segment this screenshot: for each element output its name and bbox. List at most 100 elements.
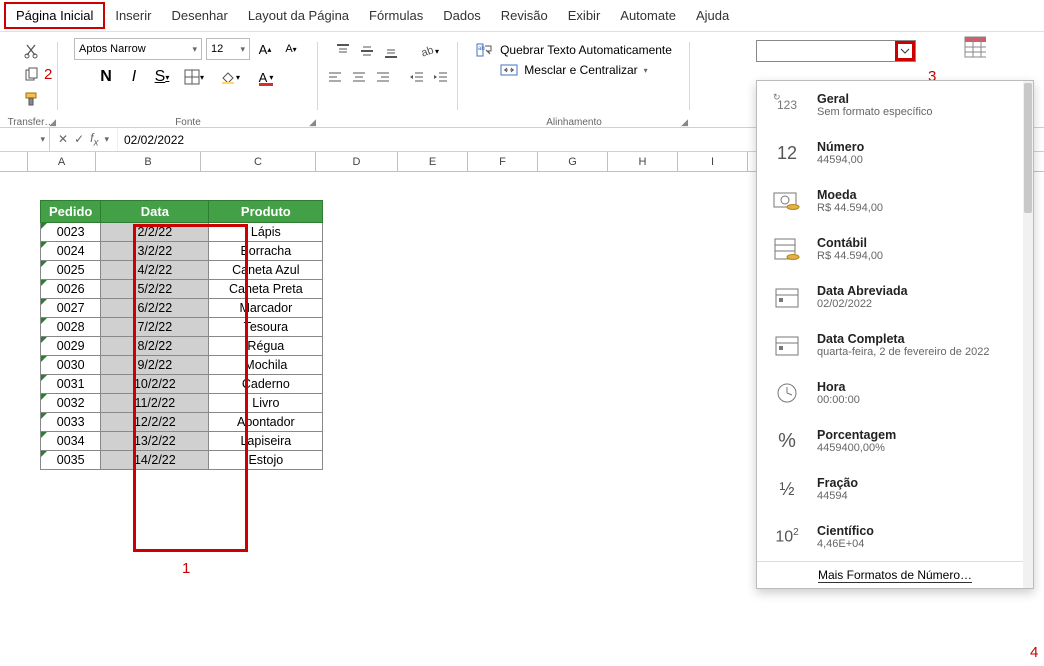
cell-produto[interactable]: Apontador — [209, 413, 323, 432]
menu-revis-o[interactable]: Revisão — [491, 4, 558, 27]
header-produto[interactable]: Produto — [209, 201, 323, 223]
select-all-corner[interactable] — [0, 152, 28, 171]
italic-button[interactable]: I — [123, 66, 145, 88]
name-box[interactable]: ▾ — [0, 128, 50, 151]
column-header-B[interactable]: B — [96, 152, 201, 171]
format-option-hora[interactable]: Hora00:00:00 — [757, 369, 1033, 417]
bold-button[interactable]: N — [95, 66, 117, 88]
cell-data[interactable]: 4/2/22 — [101, 261, 209, 280]
align-bottom-icon[interactable] — [380, 40, 402, 62]
clipboard-expand-icon[interactable]: ◢ — [49, 117, 56, 128]
menu-desenhar[interactable]: Desenhar — [161, 4, 237, 27]
column-header-E[interactable]: E — [398, 152, 468, 171]
cell-produto[interactable]: Marcador — [209, 299, 323, 318]
format-option-fra-o[interactable]: ½Fração44594 — [757, 465, 1033, 513]
format-option-cient-fico[interactable]: 102Científico4,46E+04 — [757, 513, 1033, 561]
cell-data[interactable]: 11/2/22 — [101, 394, 209, 413]
font-color-button[interactable]: A▾ — [251, 66, 281, 88]
cell-data[interactable]: 14/2/22 — [101, 451, 209, 470]
cut-icon[interactable] — [20, 40, 42, 62]
align-right-icon[interactable] — [372, 66, 394, 88]
format-option-geral[interactable]: ↻123GeralSem formato específico — [757, 81, 1033, 129]
column-header-G[interactable]: G — [538, 152, 608, 171]
header-data[interactable]: Data — [101, 201, 209, 223]
cell-pedido[interactable]: 0024 — [41, 242, 101, 261]
cell-data[interactable]: 2/2/22 — [101, 223, 209, 242]
format-list[interactable]: ↻123GeralSem formato específico12Número4… — [757, 81, 1033, 561]
scrollbar-track[interactable] — [1023, 81, 1033, 588]
cell-pedido[interactable]: 0030 — [41, 356, 101, 375]
cell-pedido[interactable]: 0025 — [41, 261, 101, 280]
cell-data[interactable]: 8/2/22 — [101, 337, 209, 356]
menu-automate[interactable]: Automate — [610, 4, 686, 27]
menu-layout-da-p-gina[interactable]: Layout da Página — [238, 4, 359, 27]
insert-function-icon[interactable]: fx — [90, 131, 98, 148]
font-expand-icon[interactable]: ◢ — [309, 117, 316, 128]
cell-pedido[interactable]: 0032 — [41, 394, 101, 413]
cell-data[interactable]: 7/2/22 — [101, 318, 209, 337]
cell-produto[interactable]: Livro — [209, 394, 323, 413]
cell-produto[interactable]: Lápis — [209, 223, 323, 242]
column-header-F[interactable]: F — [468, 152, 538, 171]
cell-pedido[interactable]: 0033 — [41, 413, 101, 432]
cell-data[interactable]: 10/2/22 — [101, 375, 209, 394]
orientation-button[interactable]: ab▾ — [414, 40, 444, 62]
cell-produto[interactable]: Caneta Azul — [209, 261, 323, 280]
align-center-icon[interactable] — [348, 66, 370, 88]
more-number-formats[interactable]: Mais Formatos de Número… — [757, 561, 1033, 588]
scrollbar-thumb[interactable] — [1024, 83, 1032, 213]
cell-data[interactable]: 6/2/22 — [101, 299, 209, 318]
column-header-I[interactable]: I — [678, 152, 748, 171]
cell-pedido[interactable]: 0035 — [41, 451, 101, 470]
align-middle-icon[interactable] — [356, 40, 378, 62]
column-header-D[interactable]: D — [316, 152, 398, 171]
menu-f-rmulas[interactable]: Fórmulas — [359, 4, 433, 27]
cell-pedido[interactable]: 0034 — [41, 432, 101, 451]
underline-button[interactable]: S▾ — [151, 66, 173, 88]
cell-data[interactable]: 12/2/22 — [101, 413, 209, 432]
number-format-dropdown-arrow[interactable] — [895, 41, 915, 61]
decrease-font-icon[interactable]: A▾ — [280, 38, 302, 60]
cell-produto[interactable]: Mochila — [209, 356, 323, 375]
cell-pedido[interactable]: 0026 — [41, 280, 101, 299]
cell-pedido[interactable]: 0031 — [41, 375, 101, 394]
cell-pedido[interactable]: 0029 — [41, 337, 101, 356]
confirm-edit-icon[interactable]: ✓ — [74, 132, 84, 146]
menu-exibir[interactable]: Exibir — [558, 4, 611, 27]
decrease-indent-icon[interactable] — [406, 66, 428, 88]
increase-indent-icon[interactable] — [430, 66, 452, 88]
fill-color-button[interactable]: ▾ — [215, 66, 245, 88]
column-header-C[interactable]: C — [201, 152, 316, 171]
cell-produto[interactable]: Lapiseira — [209, 432, 323, 451]
cancel-edit-icon[interactable]: ✕ — [58, 132, 68, 146]
number-format-select[interactable] — [756, 40, 916, 62]
borders-button[interactable]: ▾ — [179, 66, 209, 88]
align-left-icon[interactable] — [324, 66, 346, 88]
column-header-A[interactable]: A — [28, 152, 96, 171]
cell-pedido[interactable]: 0027 — [41, 299, 101, 318]
cell-data[interactable]: 3/2/22 — [101, 242, 209, 261]
align-expand-icon[interactable]: ◢ — [681, 117, 688, 128]
cell-produto[interactable]: Estojo — [209, 451, 323, 470]
menu-p-gina-inicial[interactable]: Página Inicial — [4, 2, 105, 29]
cell-produto[interactable]: Caneta Preta — [209, 280, 323, 299]
wrap-text-button[interactable]: ab Quebrar Texto Automaticamente — [472, 40, 676, 60]
menu-inserir[interactable]: Inserir — [105, 4, 161, 27]
align-top-icon[interactable] — [332, 40, 354, 62]
format-option-n-mero[interactable]: 12Número44594,00 — [757, 129, 1033, 177]
cell-data[interactable]: 5/2/22 — [101, 280, 209, 299]
cell-produto[interactable]: Borracha — [209, 242, 323, 261]
cell-pedido[interactable]: 0028 — [41, 318, 101, 337]
increase-font-icon[interactable]: A▴ — [254, 38, 276, 60]
merge-center-button[interactable]: Mesclar e Centralizar ▾ — [496, 60, 651, 80]
cell-produto[interactable]: Tesoura — [209, 318, 323, 337]
menu-dados[interactable]: Dados — [433, 4, 491, 27]
format-as-table-icon[interactable] — [964, 36, 986, 58]
format-option-data-abreviada[interactable]: Data Abreviada02/02/2022 — [757, 273, 1033, 321]
format-painter-icon[interactable] — [20, 88, 42, 110]
format-option-data-completa[interactable]: Data Completaquarta-feira, 2 de fevereir… — [757, 321, 1033, 369]
font-name-select[interactable]: Aptos Narrow▾ — [74, 38, 202, 60]
format-option-porcentagem[interactable]: %Porcentagem4459400,00% — [757, 417, 1033, 465]
format-option-cont-bil[interactable]: ContábilR$ 44.594,00 — [757, 225, 1033, 273]
cell-data[interactable]: 13/2/22 — [101, 432, 209, 451]
